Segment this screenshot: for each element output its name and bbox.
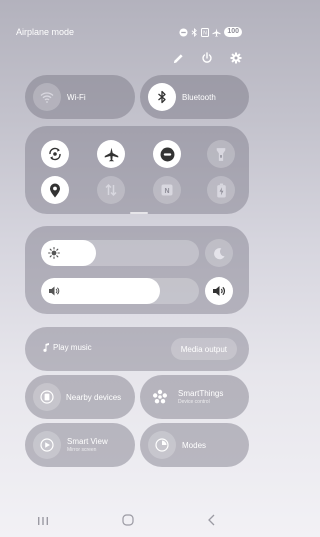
bluetooth-status-icon — [191, 27, 198, 37]
bluetooth-label: Bluetooth — [182, 92, 216, 102]
wifi-label: Wi-Fi — [67, 92, 86, 102]
svg-text:N: N — [204, 30, 208, 36]
home-icon[interactable] — [121, 513, 134, 531]
power-icon[interactable] — [197, 48, 217, 68]
smartthings-sublabel: Device control — [178, 399, 210, 405]
volume-slider[interactable] — [41, 278, 199, 304]
status-icons: N 100 — [179, 27, 242, 37]
pencil-icon[interactable] — [168, 48, 188, 68]
smartthings-tile[interactable]: SmartThings Device control — [140, 375, 249, 419]
modes-label: Modes — [182, 440, 207, 450]
nearby-devices-icon — [33, 383, 61, 411]
dark-mode-icon[interactable] — [205, 239, 233, 267]
dnd-status-icon — [179, 27, 188, 37]
nearby-devices-label: Nearby devices — [66, 392, 122, 402]
top-actions — [168, 48, 246, 68]
do-not-disturb-icon[interactable] — [153, 140, 181, 168]
nfc-status-icon: N — [201, 27, 210, 37]
media-panel: Play music Media output — [25, 327, 249, 371]
play-music-button[interactable]: Play music — [43, 343, 92, 352]
smart-view-text: Smart View Mirror screen — [67, 437, 108, 453]
smart-view-tile[interactable]: Smart View Mirror screen — [25, 423, 135, 467]
battery-indicator: 100 — [224, 27, 242, 37]
music-note-icon — [43, 343, 49, 352]
media-output-button[interactable]: Media output — [170, 338, 237, 360]
location-icon[interactable] — [41, 176, 69, 204]
nfc-icon[interactable]: N — [153, 176, 181, 204]
svg-text:N: N — [164, 188, 169, 195]
smartthings-text: SmartThings Device control — [178, 389, 223, 405]
modes-tile[interactable]: Modes — [140, 423, 249, 467]
panel-drag-handle[interactable] — [130, 212, 148, 214]
sliders-panel — [25, 226, 249, 314]
sound-mode-icon[interactable] — [205, 277, 233, 305]
wifi-toggle[interactable]: Wi-Fi — [25, 75, 135, 119]
recent-apps-icon[interactable] — [37, 513, 49, 531]
airplane-status-icon — [212, 27, 221, 37]
bluetooth-icon — [148, 83, 176, 111]
volume-level-icon — [41, 278, 67, 304]
mobile-data-icon[interactable] — [97, 176, 125, 204]
bluetooth-toggle[interactable]: Bluetooth — [140, 75, 249, 119]
brightness-slider[interactable] — [41, 240, 199, 266]
sun-icon — [41, 240, 67, 266]
settings-icon[interactable] — [226, 48, 246, 68]
status-bar: Airplane mode N 100 — [16, 25, 242, 39]
smartthings-label: SmartThings — [178, 389, 224, 398]
airplane-mode-status-text: Airplane mode — [16, 27, 75, 37]
play-music-label: Play music — [53, 343, 92, 352]
power-saving-icon[interactable] — [207, 176, 235, 204]
modes-icon — [148, 431, 176, 459]
back-icon[interactable] — [207, 513, 216, 531]
smart-view-label: Smart View — [67, 437, 108, 446]
auto-rotate-icon[interactable] — [41, 140, 69, 168]
smartthings-icon — [146, 383, 174, 411]
smart-view-sublabel: Mirror screen — [67, 447, 97, 453]
wifi-icon — [33, 83, 61, 111]
flashlight-icon[interactable] — [207, 140, 235, 168]
nearby-devices-tile[interactable]: Nearby devices — [25, 375, 135, 419]
smart-view-icon — [33, 431, 61, 459]
airplane-mode-icon[interactable] — [97, 140, 125, 168]
quick-toggles-panel: N — [25, 126, 249, 214]
navigation-bar — [0, 512, 252, 532]
